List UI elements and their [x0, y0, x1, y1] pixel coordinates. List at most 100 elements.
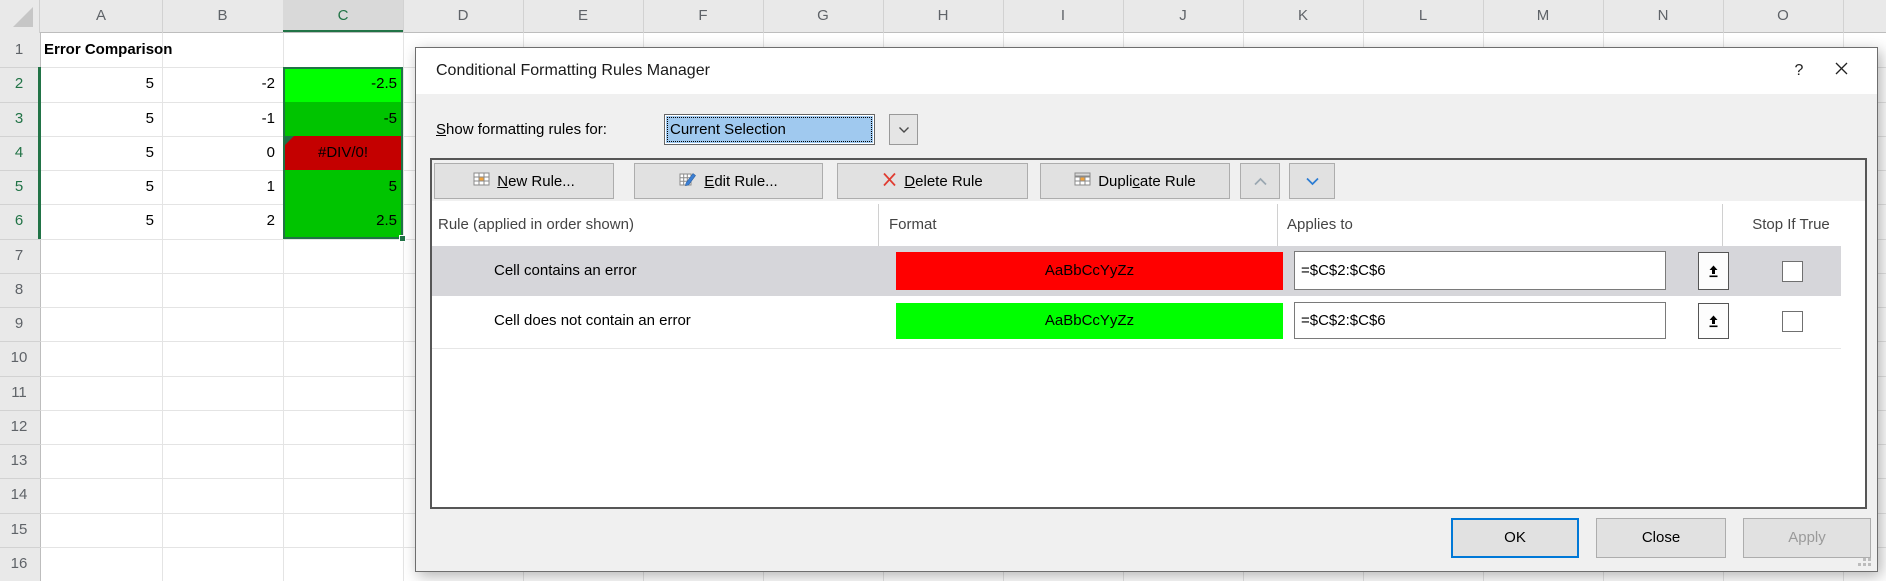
- cell-b6[interactable]: 2: [166, 204, 279, 238]
- column-header-b[interactable]: B: [162, 0, 283, 32]
- row-header-7[interactable]: 7: [0, 239, 38, 273]
- header-separator: [1722, 204, 1723, 246]
- scope-dropdown-value: Current Selection: [666, 116, 873, 143]
- row-header-14[interactable]: 14: [0, 478, 38, 512]
- rule-row-1[interactable]: Cell contains an error AaBbCcYyZz =$C$2:$C…: [432, 246, 1841, 296]
- column-header-applies-to: Applies to: [1287, 203, 1353, 246]
- rule-name: Cell contains an error: [494, 246, 637, 296]
- rule-row-2[interactable]: Cell does not contain an errorAaBbCcYyZz…: [432, 297, 1841, 345]
- row-header-10[interactable]: 10: [0, 341, 38, 375]
- move-rule-down-button[interactable]: [1289, 163, 1335, 199]
- column-header-m[interactable]: M: [1483, 0, 1603, 32]
- new-rule-grid-icon: [473, 171, 490, 191]
- row-header-6[interactable]: 6: [0, 204, 38, 238]
- cell-b3[interactable]: -1: [166, 102, 279, 136]
- cell-a2[interactable]: 5: [44, 67, 158, 101]
- column-header-f[interactable]: F: [643, 0, 763, 32]
- column-header-d[interactable]: D: [403, 0, 523, 32]
- row-header-11[interactable]: 11: [0, 376, 38, 410]
- row-header-16[interactable]: 16: [0, 547, 38, 581]
- rule-format-preview: AaBbCcYyZz: [896, 252, 1283, 290]
- cell-a3[interactable]: 5: [44, 102, 158, 136]
- ok-button[interactable]: OK: [1451, 518, 1579, 558]
- stop-if-true-checkbox[interactable]: [1782, 311, 1803, 332]
- header-separator: [878, 204, 879, 246]
- cell-a1-title[interactable]: Error Comparison: [44, 33, 172, 67]
- new-rule-label: New Rule...: [497, 173, 575, 190]
- row-header-5[interactable]: 5: [0, 170, 38, 204]
- row-header-9[interactable]: 9: [0, 307, 38, 341]
- select-all-corner[interactable]: [0, 0, 40, 33]
- new-rule-button[interactable]: New Rule...: [434, 163, 614, 199]
- row-header-8[interactable]: 8: [0, 273, 38, 307]
- select-all-triangle-icon: [13, 7, 33, 27]
- column-header-g[interactable]: G: [763, 0, 883, 32]
- cell-c6[interactable]: 2.5: [285, 204, 401, 238]
- edit-rule-button[interactable]: Edit Rule...: [634, 163, 823, 199]
- duplicate-rule-button[interactable]: Duplicate Rule: [1040, 163, 1230, 199]
- column-header-e[interactable]: E: [523, 0, 643, 32]
- help-button[interactable]: ?: [1784, 56, 1814, 86]
- row-selection-bar: [38, 102, 41, 136]
- dialog-titlebar[interactable]: Conditional Formatting Rules Manager ?: [416, 48, 1877, 94]
- cell-b5[interactable]: 1: [166, 170, 279, 204]
- applies-to-input[interactable]: =$C$2:$C$6: [1294, 302, 1666, 339]
- row-header-13[interactable]: 13: [0, 444, 38, 478]
- column-header-stop-if-true: Stop If True: [1721, 203, 1861, 246]
- rule-format-preview: AaBbCcYyZz: [896, 303, 1283, 339]
- row-header-1[interactable]: 1: [0, 33, 38, 67]
- cell-a4[interactable]: 5: [44, 136, 158, 170]
- close-button[interactable]: [1826, 56, 1856, 86]
- help-icon: ?: [1795, 62, 1804, 79]
- column-header-i[interactable]: I: [1003, 0, 1123, 32]
- column-header-rule: Rule (applied in order shown): [438, 203, 634, 246]
- row-header-3[interactable]: 3: [0, 102, 38, 136]
- column-header-a[interactable]: A: [40, 0, 162, 32]
- collapse-dialog-icon: [1706, 314, 1721, 329]
- stop-if-true-checkbox[interactable]: [1782, 261, 1803, 282]
- scope-dropdown[interactable]: Current Selection: [664, 114, 875, 145]
- error-indicator-triangle-icon: [285, 136, 294, 145]
- cell-c4[interactable]: #DIV/0!: [285, 136, 401, 170]
- cell-c5[interactable]: 5: [285, 170, 401, 204]
- delete-rule-button[interactable]: Delete Rule: [837, 163, 1028, 199]
- cell-b2[interactable]: -2: [166, 67, 279, 101]
- row-header-12[interactable]: 12: [0, 410, 38, 444]
- chevron-down-icon: [1305, 176, 1320, 187]
- fill-handle[interactable]: [399, 235, 406, 242]
- dialog-title: Conditional Formatting Rules Manager: [436, 48, 710, 94]
- row-selection-bar: [38, 67, 41, 101]
- chevron-down-icon: [898, 126, 910, 134]
- column-header-l[interactable]: L: [1363, 0, 1483, 32]
- cell-a6[interactable]: 5: [44, 204, 158, 238]
- column-header-format: Format: [889, 203, 937, 246]
- column-header-c[interactable]: C: [283, 0, 403, 32]
- applies-to-input[interactable]: =$C$2:$C$6: [1294, 251, 1666, 290]
- column-header-j[interactable]: J: [1123, 0, 1243, 32]
- scope-dropdown-button[interactable]: [889, 114, 918, 145]
- column-header-k[interactable]: K: [1243, 0, 1363, 32]
- column-header-n[interactable]: N: [1603, 0, 1723, 32]
- edit-rule-label: Edit Rule...: [704, 173, 777, 190]
- cf-rules-manager-dialog: Conditional Formatting Rules Manager ? S…: [415, 47, 1878, 572]
- collapse-dialog-icon: [1706, 264, 1721, 279]
- excel-app-window: ABCDEFGHIJKLMNO12345678910111213141516Er…: [0, 0, 1886, 581]
- move-rule-up-button[interactable]: [1240, 163, 1280, 199]
- show-formatting-rules-label: Show formatting rules for:: [436, 114, 607, 145]
- column-header-o[interactable]: O: [1723, 0, 1843, 32]
- column-header-h[interactable]: H: [883, 0, 1003, 32]
- cell-c3[interactable]: -5: [285, 102, 401, 136]
- row-header-2[interactable]: 2: [0, 67, 38, 101]
- row-header-15[interactable]: 15: [0, 513, 38, 547]
- cell-b4[interactable]: 0: [166, 136, 279, 170]
- cell-a5[interactable]: 5: [44, 170, 158, 204]
- apply-button[interactable]: Apply: [1743, 518, 1871, 558]
- collapse-dialog-button[interactable]: [1698, 303, 1729, 339]
- chevron-up-icon: [1253, 176, 1268, 187]
- edit-rule-pencil-icon: [679, 171, 697, 191]
- close-button[interactable]: Close: [1596, 518, 1726, 558]
- cell-c2[interactable]: -2.5: [285, 67, 401, 101]
- collapse-dialog-button[interactable]: [1698, 252, 1729, 290]
- duplicate-rule-label: Duplicate Rule: [1098, 173, 1196, 190]
- row-header-4[interactable]: 4: [0, 136, 38, 170]
